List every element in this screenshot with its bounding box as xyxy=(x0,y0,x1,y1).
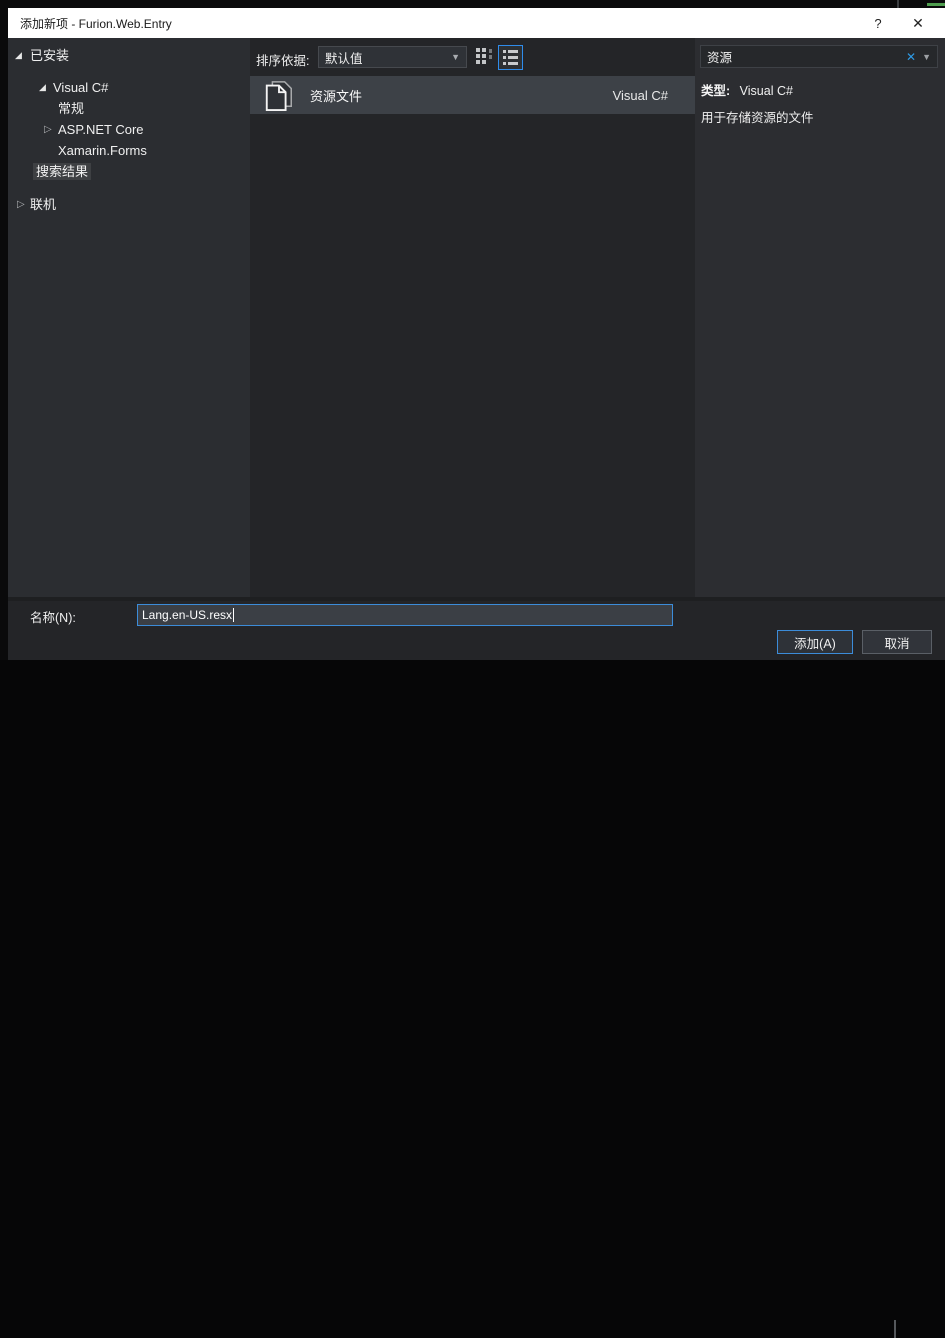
text-caret xyxy=(233,608,234,622)
desktop-background: 添加新项 - Furion.Web.Entry ? ✕ ◢ 已安装 ◢ Visu… xyxy=(0,0,945,678)
background-artifact-green xyxy=(927,3,945,6)
desktop-bottom-strip xyxy=(0,660,945,678)
search-input-value[interactable]: 资源 xyxy=(701,47,900,66)
tree-item-label: 常规 xyxy=(58,101,84,116)
resource-file-icon xyxy=(262,79,296,111)
tree-item-search-results-selected[interactable]: 搜索结果 xyxy=(8,161,250,182)
template-search-box[interactable]: 资源 ✕ ▼ xyxy=(700,45,938,68)
medium-icons-view-button[interactable] xyxy=(476,48,495,67)
expanded-arrow-icon[interactable]: ◢ xyxy=(39,77,46,98)
type-value: Visual C# xyxy=(740,84,793,98)
sort-by-value: 默认值 xyxy=(319,48,451,67)
template-list-pane: 排序依据: 默认值 ▼ xyxy=(250,38,695,597)
clear-search-icon[interactable]: ✕ xyxy=(900,50,922,64)
name-field-label: 名称(N): xyxy=(30,607,76,626)
list-view-button-selected[interactable] xyxy=(498,45,523,70)
file-name-value: Lang.en-US.resx xyxy=(138,608,232,622)
template-type-row: 类型: Visual C# xyxy=(701,80,793,99)
tree-item-general[interactable]: 常规 xyxy=(8,98,250,119)
tree-item-visual-csharp[interactable]: ◢ Visual C# xyxy=(8,77,250,98)
tree-item-aspnet-core[interactable]: ▷ ASP.NET Core xyxy=(8,119,250,140)
sort-by-dropdown[interactable]: 默认值 ▼ xyxy=(318,46,467,68)
tree-item-label: Visual C# xyxy=(53,80,108,95)
tree-item-installed[interactable]: ◢ 已安装 xyxy=(8,45,250,66)
tree-item-label: 搜索结果 xyxy=(33,163,91,180)
cancel-button[interactable]: 取消 xyxy=(862,630,932,654)
dialog-body: ◢ 已安装 ◢ Visual C# 常规 ▷ ASP.NET Core Xama… xyxy=(8,38,945,597)
template-details-pane: 资源 ✕ ▼ 类型: Visual C# 用于存储资源的文件 xyxy=(695,38,945,597)
expanded-arrow-icon[interactable]: ◢ xyxy=(15,45,22,66)
chevron-down-icon[interactable]: ▼ xyxy=(922,52,937,62)
dialog-footer: 名称(N): Lang.en-US.resx 添加(A) 取消 xyxy=(8,597,945,660)
dialog-titlebar: 添加新项 - Furion.Web.Entry ? ✕ xyxy=(8,8,945,38)
type-label: 类型: xyxy=(701,84,730,98)
help-button[interactable]: ? xyxy=(861,8,895,38)
tree-item-label: ASP.NET Core xyxy=(58,122,144,137)
tree-item-label: Xamarin.Forms xyxy=(58,143,147,158)
template-item-resource-file[interactable]: 资源文件 Visual C# xyxy=(250,76,695,114)
tree-item-xamarin-forms[interactable]: Xamarin.Forms xyxy=(8,140,250,161)
add-button[interactable]: 添加(A) xyxy=(777,630,853,654)
tree-item-label: 联机 xyxy=(30,197,56,212)
sort-by-label: 排序依据: xyxy=(256,50,309,69)
template-description: 用于存储资源的文件 xyxy=(701,107,814,126)
dialog-title: 添加新项 - Furion.Web.Entry xyxy=(8,15,861,32)
background-window-divider xyxy=(897,0,899,8)
list-view-icon xyxy=(503,50,518,65)
chevron-down-icon: ▼ xyxy=(451,52,466,62)
close-button[interactable]: ✕ xyxy=(895,8,941,38)
add-new-item-dialog: 添加新项 - Furion.Web.Entry ? ✕ ◢ 已安装 ◢ Visu… xyxy=(8,8,945,660)
background-vertical-line xyxy=(894,1320,896,1338)
file-name-input[interactable]: Lang.en-US.resx xyxy=(137,604,673,626)
collapsed-arrow-icon[interactable]: ▷ xyxy=(44,119,52,140)
template-language: Visual C# xyxy=(613,88,668,103)
tree-item-online[interactable]: ▷ 联机 xyxy=(8,194,250,215)
template-category-tree: ◢ 已安装 ◢ Visual C# 常规 ▷ ASP.NET Core Xama… xyxy=(8,38,250,597)
collapsed-arrow-icon[interactable]: ▷ xyxy=(17,194,25,215)
template-name: 资源文件 xyxy=(310,86,613,105)
tree-item-label: 已安装 xyxy=(30,48,69,63)
